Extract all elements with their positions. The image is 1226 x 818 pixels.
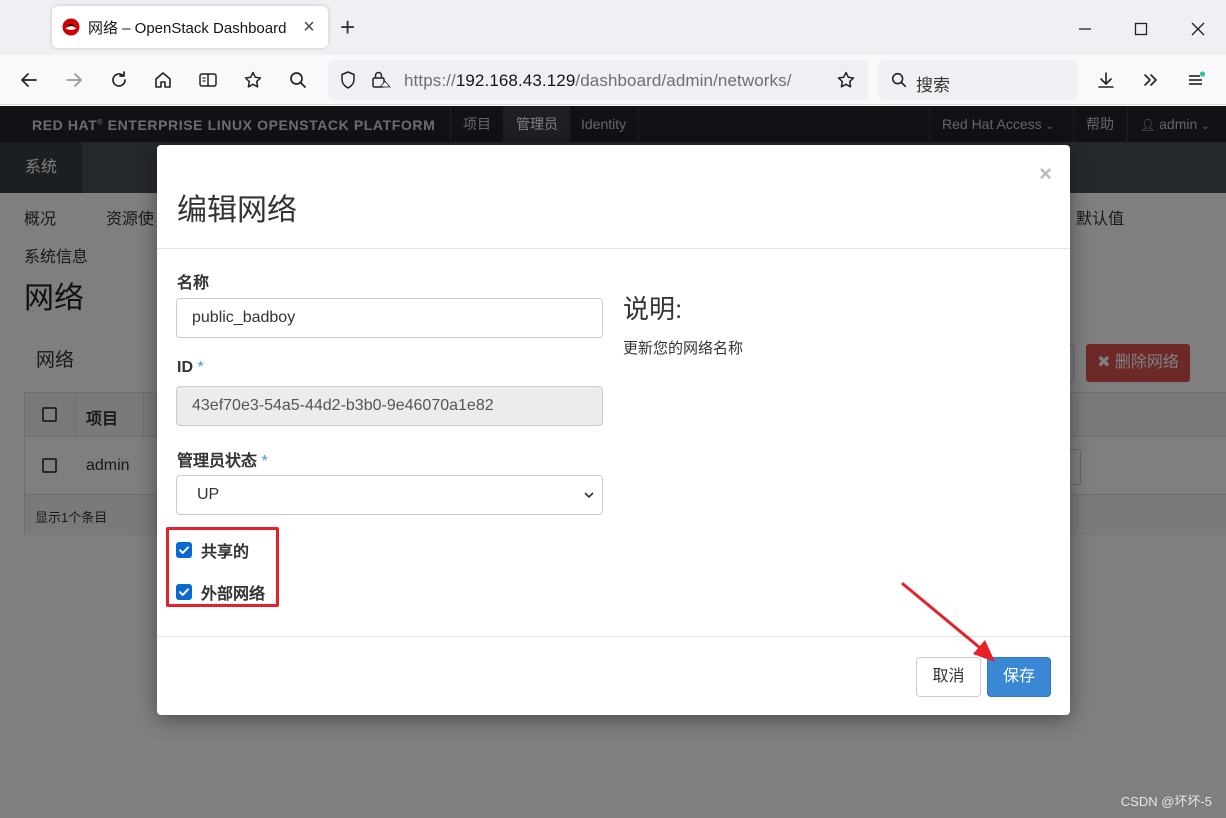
insecure-lock-icon[interactable] [370, 70, 392, 90]
url-bar[interactable]: https://192.168.43.129/dashboard/admin/n… [328, 60, 868, 100]
search-icon[interactable] [286, 68, 310, 92]
url-host: 192.168.43.129 [455, 71, 576, 90]
browser-navbar: https://192.168.43.129/dashboard/admin/n… [0, 55, 1226, 105]
admin-state-value: UP [197, 486, 220, 503]
modal-title: 编辑网络 [177, 194, 297, 227]
required-mark: * [261, 453, 268, 470]
home-icon[interactable] [151, 68, 175, 92]
bookmark-page-star-icon[interactable] [836, 70, 856, 90]
tab-title: 网络 – OpenStack Dashboard [88, 19, 287, 37]
browser-tab[interactable]: 网络 – OpenStack Dashboard × [52, 6, 328, 48]
url-prefix: https:// [404, 71, 456, 90]
menu-hamburger-icon[interactable] [1184, 68, 1208, 92]
annotation-highlight-box [166, 527, 279, 607]
name-label: 名称 [177, 275, 210, 292]
close-window-icon[interactable] [1183, 14, 1213, 44]
modal-header: 编辑网络 × [157, 145, 1070, 249]
id-field: 43ef70e3-54a5-44d2-b3b0-9e46070a1e82 [176, 386, 603, 426]
name-input[interactable] [176, 298, 603, 338]
downloads-icon[interactable] [1094, 68, 1118, 92]
watermark: CSDN @坏坏-5 [1120, 794, 1212, 809]
back-icon[interactable] [17, 68, 41, 92]
id-label: ID * [177, 359, 204, 377]
shield-icon[interactable] [338, 70, 358, 90]
new-tab-plus-icon[interactable]: + [340, 14, 355, 40]
reader-view-icon[interactable] [196, 68, 220, 92]
overflow-chevrons-icon[interactable] [1139, 68, 1163, 92]
admin-state-label: 管理员状态 * [177, 447, 268, 471]
forward-icon[interactable] [62, 68, 86, 92]
modal-close-icon[interactable]: × [1039, 161, 1052, 187]
minimize-icon[interactable] [1070, 14, 1100, 44]
search-bar[interactable]: 搜索 [878, 60, 1078, 100]
browser-tabbar: 网络 – OpenStack Dashboard × + [0, 0, 1226, 55]
url-path: /dashboard/admin/networks/ [575, 71, 792, 90]
url-text[interactable]: https://192.168.43.129/dashboard/admin/n… [404, 71, 792, 91]
help-text: 更新您的网络名称 [623, 340, 744, 357]
admin-state-label-text: 管理员状态 [177, 453, 258, 470]
search-placeholder: 搜索 [916, 76, 950, 95]
tab-close-icon[interactable]: × [300, 17, 318, 37]
id-label-text: ID [177, 359, 193, 376]
help-title: 说明: [623, 294, 683, 324]
bookmark-star-icon[interactable] [241, 68, 265, 92]
required-mark: * [197, 359, 204, 376]
annotation-arrow-icon [901, 582, 995, 662]
admin-state-select[interactable]: UP [176, 475, 603, 515]
select-chevron-down-icon [584, 492, 594, 499]
maximize-icon[interactable] [1126, 14, 1156, 44]
reload-icon[interactable] [107, 68, 131, 92]
redhat-favicon-icon [62, 18, 80, 36]
search-bar-icon [891, 72, 907, 88]
